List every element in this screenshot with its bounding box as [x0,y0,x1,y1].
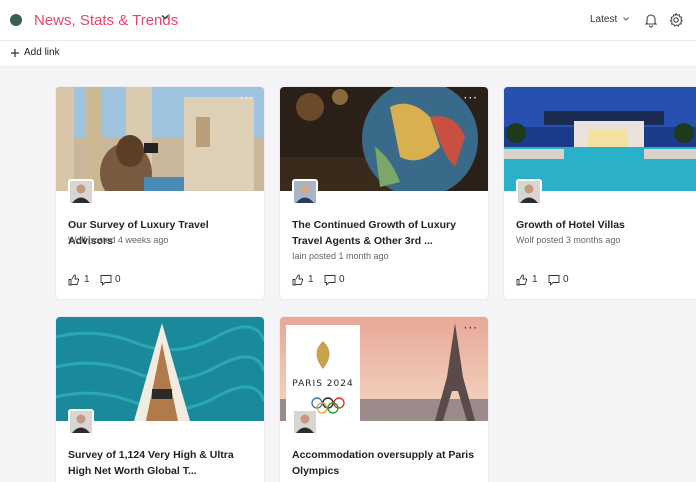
sort-chevron-icon[interactable] [622,15,630,23]
post-title[interactable]: The Continued Growth of Luxury Travel Ag… [292,217,480,249]
app-logo-dot [10,14,22,26]
like-count: 1 [308,274,314,285]
paris-2024-logo-text: PARIS 2024 [292,379,354,389]
post-title[interactable]: Survey of 1,124 Very High & Ultra High N… [68,447,256,479]
thumbs-up-icon[interactable] [516,274,528,286]
thumbs-up-icon[interactable] [68,274,80,286]
gear-icon[interactable] [668,12,684,28]
post-meta: Wolf posted 4 weeks ago [68,235,169,245]
bell-icon[interactable] [643,12,659,28]
avatar [68,179,94,205]
post-card[interactable]: Growth of Hotel Villas Wolf posted 3 mon… [504,87,696,299]
post-meta: Iain posted 1 month ago [292,251,389,261]
comment-count: 0 [115,274,121,285]
comment-icon[interactable] [100,274,112,286]
post-card[interactable]: PARIS 2024 ··· Accommodation oversupply … [280,317,488,482]
avatar [292,409,318,435]
post-title[interactable]: Growth of Hotel Villas [516,217,696,233]
avatar [68,409,94,435]
post-card[interactable]: Survey of 1,124 Very High & Ultra High N… [56,317,264,482]
add-link-bar: Add link [0,41,696,67]
comment-icon[interactable] [324,274,336,286]
add-link-button[interactable]: Add link [24,47,60,58]
chevron-down-icon[interactable] [160,12,170,22]
post-image[interactable] [56,317,264,421]
avatar [516,179,542,205]
plus-icon[interactable] [10,48,20,58]
comment-count: 0 [339,274,345,285]
post-title[interactable]: Accommodation oversupply at Paris Olympi… [292,447,480,479]
post-image[interactable]: PARIS 2024 ··· [280,317,488,421]
comment-icon[interactable] [548,274,560,286]
top-bar: News, Stats & Trends Latest [0,0,696,41]
thumbs-up-icon[interactable] [292,274,304,286]
sort-dropdown[interactable]: Latest [590,14,617,25]
post-image[interactable]: ··· [280,87,488,191]
more-options-icon[interactable]: ··· [464,321,478,335]
post-meta: Wolf posted 3 months ago [516,235,621,245]
like-count: 1 [84,274,90,285]
post-card[interactable]: ··· The Continued Growth of Luxury Trave… [280,87,488,299]
page-title[interactable]: News, Stats & Trends [34,12,178,29]
post-card[interactable]: ··· Our Survey of Luxury Travel Advisors… [56,87,264,299]
post-image[interactable]: ··· [56,87,264,191]
more-options-icon[interactable]: ··· [464,91,478,105]
comment-count: 0 [563,274,569,285]
like-count: 1 [532,274,538,285]
more-options-icon[interactable]: ··· [240,91,254,105]
avatar [292,179,318,205]
post-image[interactable] [504,87,696,191]
